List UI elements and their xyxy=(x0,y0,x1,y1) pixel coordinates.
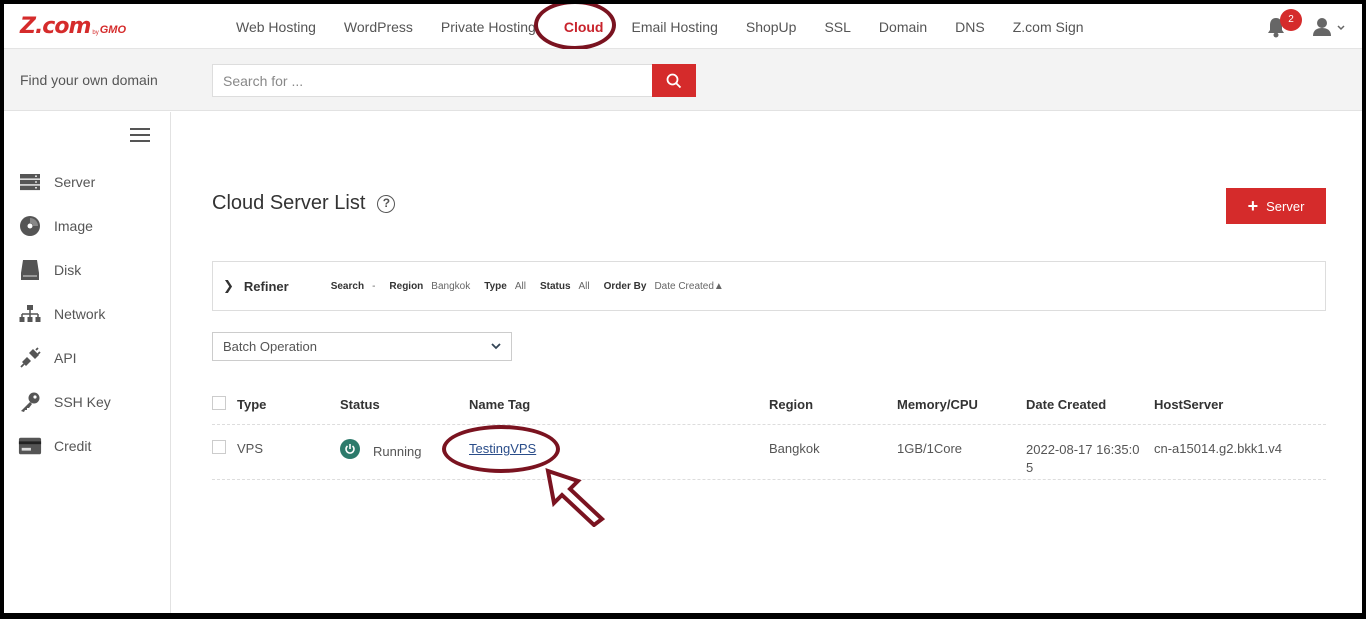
col-name-tag: Name Tag xyxy=(469,397,531,412)
hamburger-menu-icon[interactable] xyxy=(130,128,150,142)
sidebar-item-credit[interactable]: Credit xyxy=(18,434,91,458)
sidebar-item-label: SSH Key xyxy=(54,394,111,410)
sidebar-item-disk[interactable]: Disk xyxy=(18,258,81,282)
refiner-filter-status: Status All xyxy=(539,280,590,292)
key-icon xyxy=(18,391,42,413)
server-icon xyxy=(18,171,42,193)
refiner-panel: ❯ Refiner Search - Region Bangkok Type All … xyxy=(212,261,1326,311)
sidebar-item-server[interactable]: Server xyxy=(18,170,95,194)
search-icon xyxy=(666,73,682,88)
row-memory-cpu: 1GB/1Core xyxy=(897,441,963,456)
domain-search-bar: Find your own domain xyxy=(4,49,1362,111)
nav-menu: Web Hosting WordPress Private Hosting Cl… xyxy=(222,4,1098,49)
batch-operation-value: Batch Operation xyxy=(223,339,317,354)
user-menu[interactable] xyxy=(1312,16,1348,38)
refiner-filter-search: Search - xyxy=(330,280,376,292)
sidebar-item-label: Disk xyxy=(54,262,82,278)
row-type: VPS xyxy=(237,441,264,456)
row-status: Running xyxy=(340,438,421,459)
logo-gmo: GMO xyxy=(99,24,127,36)
batch-operation-select[interactable]: Batch Operation xyxy=(212,332,512,361)
app-frame: Z.com by GMO Web Hosting WordPress Priva… xyxy=(4,4,1362,613)
refiner-filter-type: Type All xyxy=(484,280,526,292)
sidebar-item-image[interactable]: Image xyxy=(18,214,93,238)
nav-web-hosting[interactable]: Web Hosting xyxy=(222,19,330,35)
row-host-server: cn-a15014.g2.bkk1.v4 xyxy=(1154,441,1282,456)
add-server-button[interactable]: + Server xyxy=(1226,188,1326,224)
power-running-icon xyxy=(340,438,360,459)
find-domain-label: Find your own domain xyxy=(20,72,158,88)
logo-by: by xyxy=(92,30,99,36)
sidebar-item-ssh-key[interactable]: SSH Key xyxy=(18,390,111,414)
nav-ssl[interactable]: SSL xyxy=(810,19,864,35)
main-content: Cloud Server List ? + Server ❯ Refiner S… xyxy=(172,112,1362,613)
sidebar: Server Image Disk Network API SSH Key Cr… xyxy=(4,112,171,613)
nav-wordpress[interactable]: WordPress xyxy=(330,19,427,35)
nav-domain[interactable]: Domain xyxy=(865,19,941,35)
sidebar-item-label: Server xyxy=(54,174,96,190)
page-title-text: Cloud Server List xyxy=(212,192,366,214)
plug-icon xyxy=(18,347,42,369)
chevron-down-icon xyxy=(491,341,501,353)
user-icon xyxy=(1313,18,1331,36)
name-tag-highlight-circle xyxy=(442,425,560,473)
col-date-created: Date Created xyxy=(1026,397,1107,412)
image-disc-icon xyxy=(18,215,42,237)
nav-zcom-sign[interactable]: Z.com Sign xyxy=(999,19,1098,35)
status-text: Running xyxy=(373,444,422,459)
sidebar-item-label: API xyxy=(54,350,77,366)
refiner-filter-order-by: Order By Date Created▲ xyxy=(603,280,724,292)
domain-search-input[interactable] xyxy=(212,64,653,97)
refiner-filter-region: Region Bangkok xyxy=(389,280,471,292)
table-row: VPS Running TestingVPS Bangkok 1GB/1Core… xyxy=(212,425,1326,480)
plus-icon: + xyxy=(1247,196,1259,216)
add-server-label: Server xyxy=(1266,198,1305,214)
chevron-right-icon: ❯ xyxy=(223,278,234,293)
row-region: Bangkok xyxy=(769,441,820,456)
nav-private-hosting[interactable]: Private Hosting xyxy=(427,19,550,35)
sidebar-item-label: Image xyxy=(54,218,93,234)
sidebar-item-api[interactable]: API xyxy=(18,346,77,370)
top-navigation: Z.com by GMO Web Hosting WordPress Priva… xyxy=(4,4,1362,50)
credit-card-icon xyxy=(18,435,42,457)
row-date-created: 2022-08-17 16:35:05 xyxy=(1026,442,1140,475)
select-all-checkbox[interactable] xyxy=(212,396,226,410)
sidebar-item-label: Credit xyxy=(54,438,92,454)
page-title: Cloud Server List ? xyxy=(212,192,396,215)
help-icon[interactable]: ? xyxy=(377,194,396,213)
sidebar-item-network[interactable]: Network xyxy=(18,302,105,326)
refiner-label: Refiner xyxy=(243,278,289,294)
logo-main: Z.com xyxy=(20,14,91,39)
col-memory-cpu: Memory/CPU xyxy=(897,397,978,412)
network-icon xyxy=(18,303,42,325)
chevron-down-icon xyxy=(1337,25,1345,31)
annotation-arrow-icon xyxy=(545,468,606,527)
col-region: Region xyxy=(769,397,814,412)
notification-badge: 2 xyxy=(1280,9,1302,31)
col-host-server: HostServer xyxy=(1154,397,1224,412)
nav-dns[interactable]: DNS xyxy=(941,19,999,35)
search-button[interactable] xyxy=(652,64,696,97)
col-status: Status xyxy=(340,397,380,412)
sidebar-item-label: Network xyxy=(54,306,106,322)
nav-email-hosting[interactable]: Email Hosting xyxy=(617,19,731,35)
server-table: Type Status Name Tag Region Memory/CPU D… xyxy=(212,392,1326,480)
disk-icon xyxy=(18,259,42,281)
col-type: Type xyxy=(237,397,267,412)
zcom-logo[interactable]: Z.com by GMO xyxy=(20,14,126,38)
table-header-row: Type Status Name Tag Region Memory/CPU D… xyxy=(212,392,1326,425)
row-checkbox[interactable] xyxy=(212,440,226,454)
nav-shopup[interactable]: ShopUp xyxy=(732,19,811,35)
refiner-toggle[interactable]: ❯ Refiner xyxy=(223,278,289,294)
